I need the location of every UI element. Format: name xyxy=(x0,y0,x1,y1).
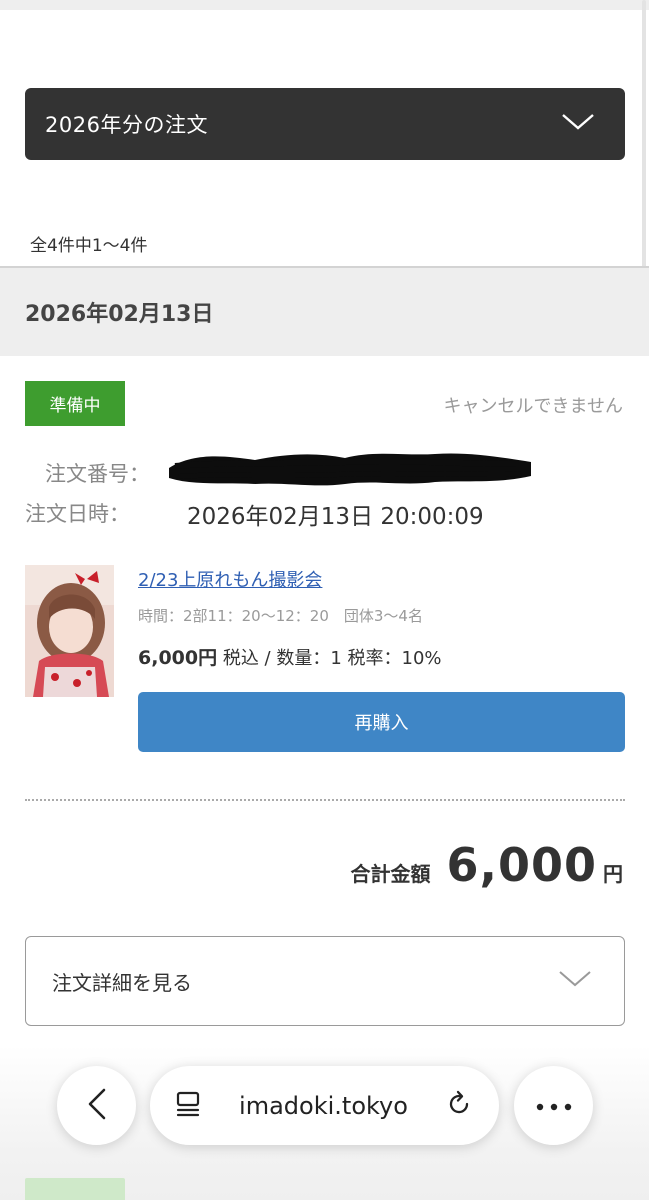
details-label: 注文詳細を見る xyxy=(52,970,192,995)
order-time-value: 2026年02月13日 20:00:09 xyxy=(187,504,484,530)
order-date-header: 2026年02月13日 xyxy=(0,266,649,356)
order-number-label: 注文番号： xyxy=(45,462,150,486)
more-icon xyxy=(536,1096,572,1115)
product-price-suffix: 税込 / 数量：1 税率：10% xyxy=(217,648,442,669)
product-title-link[interactable]: 2/23上原れもん撮影会 xyxy=(138,566,322,592)
result-count: 全4件中1〜4件 xyxy=(30,236,148,256)
status-badge: 準備中 xyxy=(25,381,125,426)
next-status-badge xyxy=(25,1178,125,1200)
order-date: 2026年02月13日 xyxy=(25,302,214,327)
product-price: 6,000円 xyxy=(138,647,218,669)
total-label: 合計金額 xyxy=(350,862,431,886)
rebuy-button[interactable]: 再購入 xyxy=(138,692,625,752)
reload-icon[interactable] xyxy=(445,1090,473,1122)
browser-more-button[interactable] xyxy=(514,1066,593,1145)
order-time-label: 注文日時： xyxy=(25,502,130,526)
total-value: 6,000 xyxy=(446,838,597,892)
browser-back-button[interactable] xyxy=(57,1066,136,1145)
view-order-details-button[interactable]: 注文詳細を見る xyxy=(25,936,625,1026)
chevron-down-icon xyxy=(558,970,592,992)
dotted-divider xyxy=(25,799,625,801)
order-history-page: 2026年分の注文 全4件中1〜4件 2026年02月13日 準備中 キャンセル… xyxy=(0,0,649,1200)
total-amount-row: 合計金額 6,000 円 xyxy=(350,838,623,892)
cancel-note: キャンセルできません xyxy=(443,396,623,417)
product-time-info: 時間：2部11：20〜12：20 団体3〜4名 xyxy=(138,607,423,625)
total-unit: 円 xyxy=(603,862,623,886)
reader-mode-icon[interactable] xyxy=(174,1090,202,1122)
browser-url[interactable]: imadoki.tokyo xyxy=(239,1092,408,1120)
chevron-left-icon xyxy=(87,1088,107,1124)
year-filter-label: 2026年分の注文 xyxy=(45,113,208,137)
redaction-scribble xyxy=(165,446,535,490)
year-filter-select[interactable]: 2026年分の注文 xyxy=(25,88,625,160)
chevron-down-icon xyxy=(561,113,595,135)
product-price-line: 6,000円 税込 / 数量：1 税率：10% xyxy=(138,643,442,670)
product-thumbnail[interactable] xyxy=(25,565,114,697)
browser-address-bar[interactable]: imadoki.tokyo xyxy=(150,1066,499,1145)
top-strip xyxy=(0,0,649,10)
